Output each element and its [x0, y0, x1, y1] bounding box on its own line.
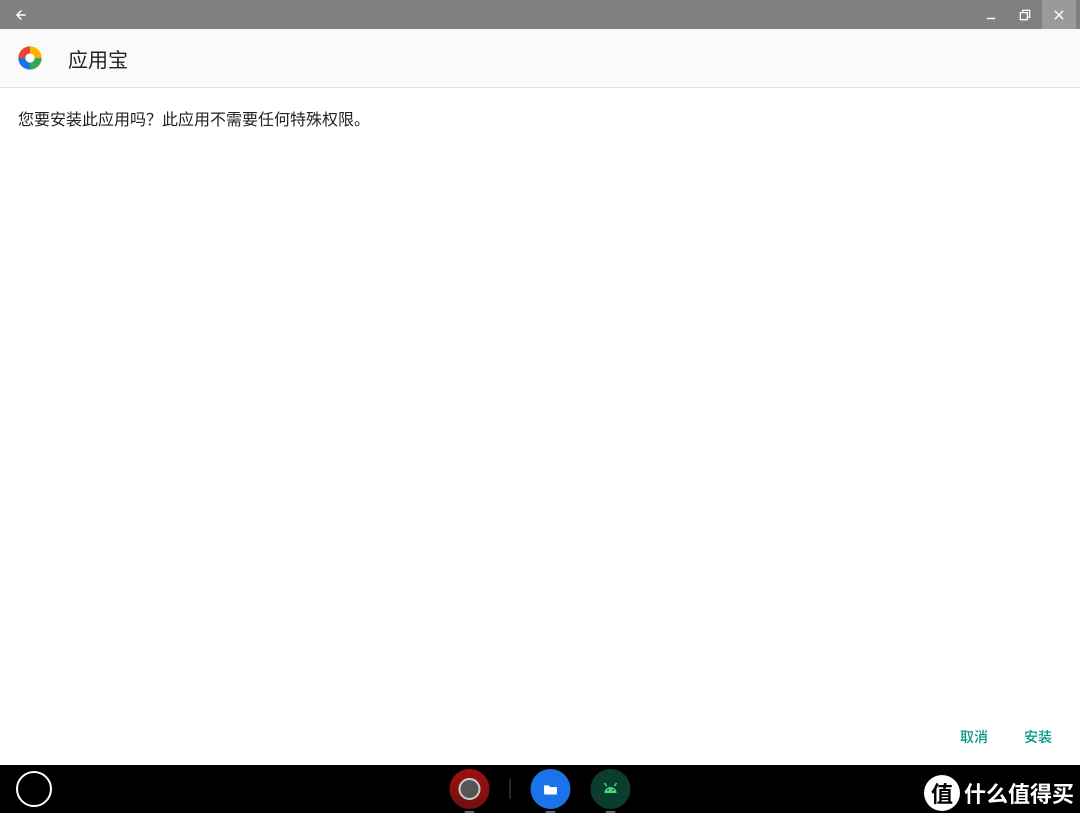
window-titlebar — [0, 0, 1080, 29]
cancel-button[interactable]: 取消 — [960, 727, 988, 747]
taskbar-app-android[interactable] — [591, 769, 631, 809]
action-row: 取消 安装 — [0, 709, 1080, 765]
launcher-button[interactable] — [16, 771, 52, 807]
restore-window-icon — [1018, 8, 1032, 22]
app-header: 应用宝 — [0, 29, 1080, 88]
taskbar: 值 什么值得买 — [0, 765, 1080, 813]
watermark: 值 什么值得买 — [924, 775, 1074, 811]
arrow-left-icon — [14, 8, 28, 22]
back-button[interactable] — [4, 0, 38, 29]
yingyongbao-swirl-icon — [16, 44, 44, 72]
app-icon — [16, 44, 44, 72]
install-message: 您要安装此应用吗？此应用不需要任何特殊权限。 — [18, 106, 1062, 130]
phone-icon — [459, 778, 481, 800]
taskbar-app-files[interactable] — [531, 769, 571, 809]
taskbar-separator — [510, 779, 511, 799]
install-button[interactable]: 安装 — [1024, 727, 1052, 747]
minimize-button[interactable] — [974, 0, 1008, 29]
watermark-text: 什么值得买 — [964, 777, 1074, 809]
minimize-icon — [984, 8, 998, 22]
watermark-badge: 值 — [924, 775, 960, 811]
install-content: 您要安装此应用吗？此应用不需要任何特殊权限。 — [0, 88, 1080, 709]
close-button[interactable] — [1042, 0, 1076, 29]
close-icon — [1052, 8, 1066, 22]
android-head-icon — [599, 777, 623, 801]
app-title: 应用宝 — [68, 44, 128, 73]
taskbar-app-phone[interactable] — [450, 769, 490, 809]
folder-icon — [540, 778, 562, 800]
restore-button[interactable] — [1008, 0, 1042, 29]
